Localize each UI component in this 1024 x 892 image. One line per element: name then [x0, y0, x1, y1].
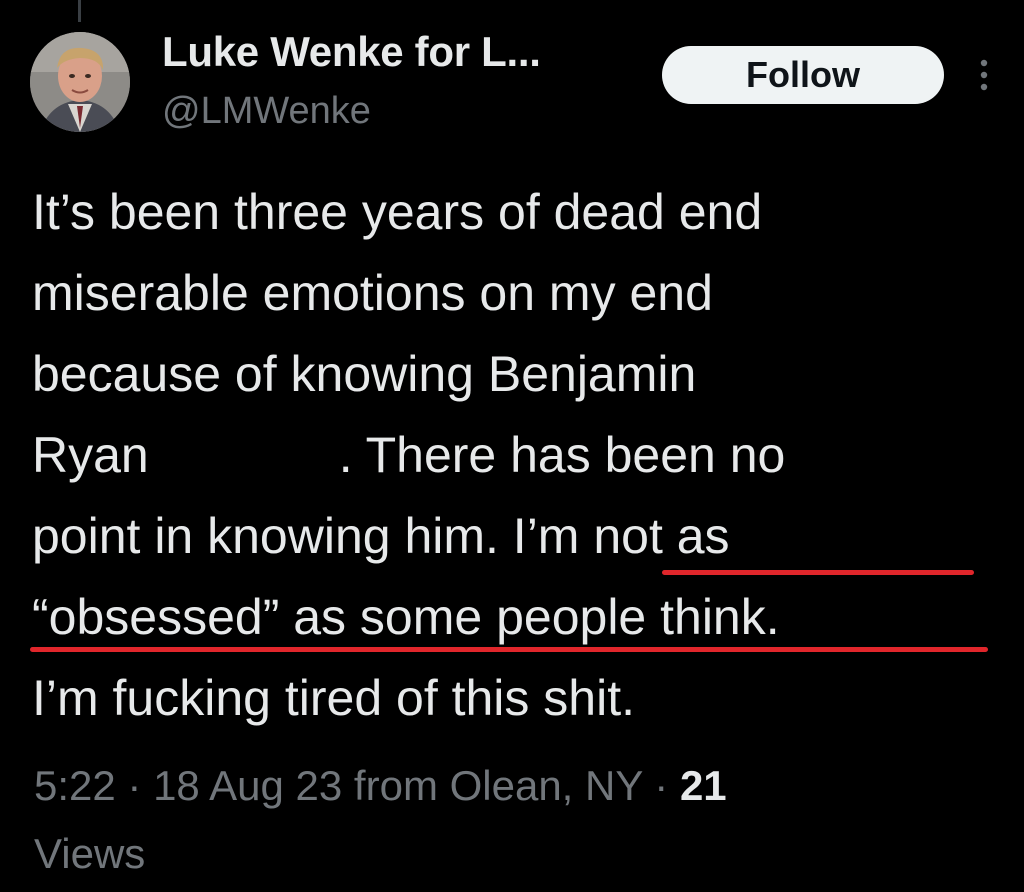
tweet-body: It’s been three years of dead end misera… — [30, 172, 1012, 739]
tweet-line: point in knowing him. I’m not as — [32, 496, 1012, 577]
tweet-date[interactable]: 18 Aug 23 — [153, 762, 342, 809]
tweet-text-segment: because of knowing Benjamin — [32, 346, 697, 402]
author-handle[interactable]: @LMWenke — [162, 90, 371, 133]
tweet-line: miserable emotions on my end — [32, 253, 1012, 334]
separator-dot: · — [115, 762, 154, 809]
more-vertical-icon[interactable] — [976, 58, 992, 92]
tweet-line: Ryan . There has been no — [32, 415, 1012, 496]
thread-connector-line — [78, 0, 81, 22]
tweet-line: It’s been three years of dead end — [32, 172, 1012, 253]
follow-button[interactable]: Follow — [662, 46, 944, 104]
separator-dot: · — [642, 762, 680, 809]
tweet-text-segment: point in knowing him. I’m not as — [32, 508, 730, 564]
tweet-text-segment: “obsessed” as some people think. — [32, 589, 780, 645]
location-prefix: from — [342, 762, 450, 809]
tweet-text-segment: It’s been three years of dead end — [32, 184, 763, 240]
tweet-line: I’m fucking tired of this shit. — [32, 658, 1012, 739]
tweet-location: Olean, NY — [449, 762, 643, 809]
tweet-line: because of knowing Benjamin — [32, 334, 1012, 415]
tweet-time[interactable]: 5:22 — [34, 762, 116, 809]
tweet-text-segment: Ryan — [32, 427, 149, 483]
red-underline-annotation — [30, 647, 988, 652]
views-label: Views — [34, 830, 146, 877]
tweet-text-segment: . There has been no — [338, 427, 786, 483]
tweet-metadata: 5:22 · 18 Aug 23 from Olean, NY · 21 Vie… — [34, 752, 994, 888]
tweet-text-segment: miserable emotions on my end — [32, 265, 713, 321]
avatar-photo — [30, 32, 130, 132]
author-display-name[interactable]: Luke Wenke for L... — [162, 28, 541, 76]
red-underline-annotation — [662, 570, 974, 575]
tweet-line: “obsessed” as some people think. — [30, 577, 1012, 658]
views-count: 21 — [679, 762, 727, 809]
avatar[interactable] — [30, 32, 130, 132]
tweet-text-segment: I’m fucking tired of this shit. — [32, 670, 636, 726]
